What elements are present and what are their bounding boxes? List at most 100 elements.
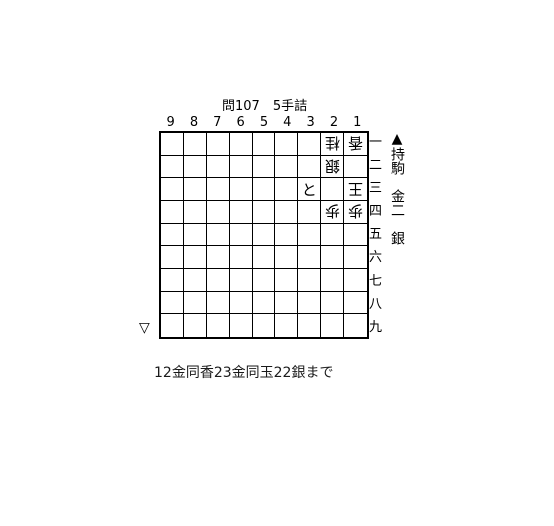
square-24[interactable]: 歩 <box>321 200 345 224</box>
file-label: 3 <box>306 115 315 130</box>
square-92[interactable] <box>161 155 184 179</box>
square-65[interactable] <box>229 223 253 247</box>
square-39[interactable] <box>298 314 322 337</box>
file-label: 7 <box>213 115 222 130</box>
square-36[interactable] <box>298 246 322 269</box>
square-74[interactable] <box>206 200 230 224</box>
square-13[interactable]: 王 <box>344 178 367 201</box>
square-51[interactable] <box>252 133 276 156</box>
file-labels: 987654321 <box>159 115 369 130</box>
square-29[interactable] <box>321 314 345 337</box>
square-48[interactable] <box>275 291 299 315</box>
square-57[interactable] <box>252 268 276 292</box>
square-44[interactable] <box>275 200 299 224</box>
file-label: 2 <box>329 115 339 130</box>
square-34[interactable] <box>298 200 322 224</box>
square-71[interactable] <box>206 133 230 156</box>
square-15[interactable] <box>344 224 367 247</box>
square-88[interactable] <box>183 291 207 315</box>
square-18[interactable] <box>344 292 367 315</box>
square-42[interactable] <box>275 155 299 179</box>
square-89[interactable] <box>184 314 207 337</box>
square-61[interactable] <box>229 133 253 156</box>
square-27[interactable] <box>321 268 345 292</box>
square-47[interactable] <box>275 268 299 292</box>
square-56[interactable] <box>252 246 276 269</box>
square-77[interactable] <box>206 268 230 292</box>
square-26[interactable] <box>321 246 345 269</box>
piece: 王 <box>348 179 364 198</box>
square-69[interactable] <box>230 314 253 337</box>
square-12[interactable] <box>344 156 367 179</box>
square-55[interactable] <box>252 223 276 247</box>
square-11[interactable]: 香 <box>344 133 367 156</box>
square-43[interactable] <box>275 178 299 201</box>
rank-label: 一 <box>369 135 383 150</box>
square-79[interactable] <box>207 314 230 337</box>
square-64[interactable] <box>229 200 253 224</box>
square-73[interactable] <box>206 178 230 201</box>
rank-label: 七 <box>369 273 383 289</box>
square-54[interactable] <box>252 200 276 224</box>
square-84[interactable] <box>183 200 207 224</box>
sente-hand: ▲持駒 金二 銀 <box>389 131 405 245</box>
square-19[interactable] <box>344 314 367 337</box>
square-21[interactable]: 桂 <box>321 133 345 156</box>
square-14[interactable]: 歩 <box>344 201 367 224</box>
square-93[interactable] <box>161 178 184 201</box>
square-86[interactable] <box>183 246 207 269</box>
piece: 桂 <box>324 134 340 153</box>
square-16[interactable] <box>344 246 367 269</box>
rank-labels: 一二三四五六七八九 <box>369 131 383 339</box>
square-32[interactable] <box>298 155 322 179</box>
square-98[interactable] <box>161 291 184 315</box>
piece: 銀 <box>324 156 340 175</box>
square-63[interactable] <box>229 178 253 201</box>
square-76[interactable] <box>206 246 230 269</box>
square-52[interactable] <box>252 155 276 179</box>
file-label: 9 <box>166 115 175 130</box>
square-81[interactable] <box>183 133 207 156</box>
square-58[interactable] <box>252 291 276 315</box>
square-22[interactable]: 銀 <box>321 155 345 179</box>
square-83[interactable] <box>183 178 207 201</box>
square-62[interactable] <box>229 155 253 179</box>
square-35[interactable] <box>298 223 322 247</box>
square-17[interactable] <box>344 269 367 292</box>
square-31[interactable] <box>298 133 322 156</box>
square-49[interactable] <box>275 314 299 337</box>
file-label: 5 <box>259 115 269 130</box>
square-96[interactable] <box>161 246 184 269</box>
square-38[interactable] <box>298 291 322 315</box>
square-68[interactable] <box>229 291 253 315</box>
file-label: 6 <box>236 115 245 130</box>
square-33[interactable]: と <box>298 178 322 201</box>
square-78[interactable] <box>206 291 230 315</box>
square-94[interactable] <box>161 200 184 224</box>
square-95[interactable] <box>161 223 184 247</box>
square-99[interactable] <box>161 314 184 337</box>
square-72[interactable] <box>206 155 230 179</box>
rank-label: 二 <box>369 158 383 174</box>
square-91[interactable] <box>161 133 184 156</box>
square-97[interactable] <box>161 268 184 292</box>
rank-label: 四 <box>369 204 383 220</box>
square-45[interactable] <box>275 223 299 247</box>
gote-mark: ▽ <box>139 320 150 336</box>
square-28[interactable] <box>321 291 345 315</box>
square-25[interactable] <box>321 223 345 247</box>
square-53[interactable] <box>252 178 276 201</box>
square-66[interactable] <box>229 246 253 269</box>
square-46[interactable] <box>275 246 299 269</box>
square-37[interactable] <box>298 268 322 292</box>
square-59[interactable] <box>253 314 276 337</box>
piece: と <box>301 180 317 199</box>
square-41[interactable] <box>275 133 299 156</box>
rank-label: 九 <box>369 319 383 335</box>
square-82[interactable] <box>183 155 207 179</box>
square-67[interactable] <box>229 268 253 292</box>
square-75[interactable] <box>206 223 230 247</box>
square-87[interactable] <box>183 268 207 292</box>
square-23[interactable] <box>321 178 345 201</box>
square-85[interactable] <box>183 223 207 247</box>
